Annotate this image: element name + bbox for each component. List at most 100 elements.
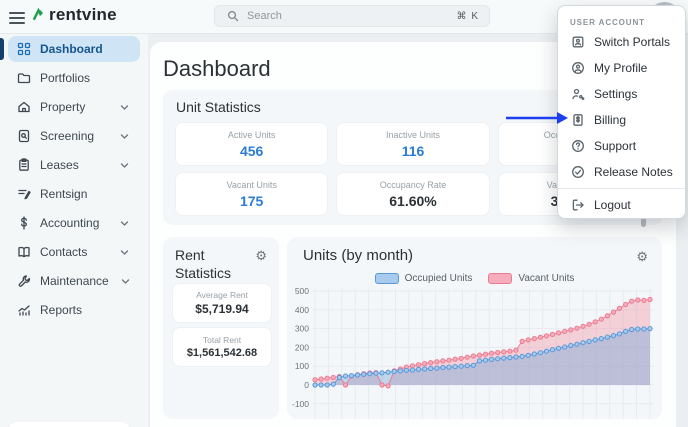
data-point[interactable] [325,383,329,387]
rentvine-logo[interactable]: rentvine [31,5,117,25]
data-point[interactable] [386,370,390,374]
data-point[interactable] [313,383,317,387]
hamburger-menu-icon[interactable] [9,9,25,23]
data-point[interactable] [423,367,427,371]
data-point[interactable] [356,373,360,377]
data-point[interactable] [477,359,481,363]
data-point[interactable] [569,328,573,332]
menu-item-support[interactable]: Support [558,133,685,159]
data-point[interactable] [508,356,512,360]
data-point[interactable] [483,352,487,356]
data-point[interactable] [636,298,640,302]
data-point[interactable] [593,320,597,324]
data-point[interactable] [435,360,439,364]
data-point[interactable] [544,349,548,353]
data-point[interactable] [557,331,561,335]
data-point[interactable] [514,348,518,352]
data-point[interactable] [343,383,347,387]
data-point[interactable] [349,374,353,378]
data-point[interactable] [429,361,433,365]
data-point[interactable] [538,335,542,339]
data-point[interactable] [459,356,463,360]
data-point[interactable] [465,355,469,359]
data-point[interactable] [483,358,487,362]
data-point[interactable] [648,297,652,301]
menu-item-release-notes[interactable]: Release Notes [558,159,685,185]
data-point[interactable] [599,317,603,321]
data-point[interactable] [587,322,591,326]
data-point[interactable] [447,365,451,369]
data-point[interactable] [520,354,524,358]
units-widget-gear-icon[interactable]: ⚙ [636,250,648,263]
data-point[interactable] [453,357,457,361]
data-point[interactable] [550,348,554,352]
data-point[interactable] [611,310,615,314]
data-point[interactable] [331,375,335,379]
data-point[interactable] [459,364,463,368]
data-point[interactable] [557,346,561,350]
data-point[interactable] [398,369,402,373]
data-point[interactable] [581,341,585,345]
search-input[interactable]: Search ⌘ K [214,5,490,27]
menu-item-my-profile[interactable]: My Profile [558,55,685,81]
data-point[interactable] [544,334,548,338]
data-point[interactable] [538,351,542,355]
data-point[interactable] [490,351,494,355]
data-point[interactable] [624,302,628,306]
data-point[interactable] [605,335,609,339]
data-point[interactable] [410,364,414,368]
data-point[interactable] [465,364,469,368]
data-point[interactable] [496,350,500,354]
sidebar-item-reports[interactable]: Reports [8,297,140,323]
data-point[interactable] [447,358,451,362]
data-point[interactable] [502,350,506,354]
data-point[interactable] [514,355,518,359]
data-point[interactable] [441,359,445,363]
data-point[interactable] [416,363,420,367]
sidebar-item-contacts[interactable]: Contacts [8,239,140,265]
data-point[interactable] [520,339,524,343]
sidebar-item-screening[interactable]: Screening [8,123,140,149]
data-point[interactable] [471,363,475,367]
rent-widget-gear-icon[interactable]: ⚙ [255,249,267,262]
legend-item-occupied-units[interactable]: Occupied Units [375,273,473,284]
data-point[interactable] [423,362,427,366]
sidebar-item-dashboard[interactable]: Dashboard [8,36,140,62]
data-point[interactable] [599,337,603,341]
data-point[interactable] [380,371,384,375]
data-point[interactable] [477,353,481,357]
data-point[interactable] [313,378,317,382]
data-point[interactable] [526,338,530,342]
data-point[interactable] [550,332,554,336]
menu-item-logout[interactable]: Logout [558,192,685,218]
data-point[interactable] [581,324,585,328]
data-point[interactable] [368,372,372,376]
data-point[interactable] [532,337,536,341]
data-point[interactable] [593,338,597,342]
data-point[interactable] [624,329,628,333]
data-point[interactable] [404,368,408,372]
data-point[interactable] [319,383,323,387]
data-point[interactable] [331,382,335,386]
sidebar-item-maintenance[interactable]: Maintenance [8,268,140,294]
data-point[interactable] [508,349,512,353]
data-point[interactable] [337,375,341,379]
data-point[interactable] [453,365,457,369]
data-point[interactable] [416,367,420,371]
data-point[interactable] [630,327,634,331]
data-point[interactable] [648,327,652,331]
data-point[interactable] [605,314,609,318]
data-point[interactable] [575,342,579,346]
menu-item-billing[interactable]: Billing [558,107,685,133]
sidebar-item-rentsign[interactable]: Rentsign [8,181,140,207]
menu-item-switch-portals[interactable]: Switch Portals [558,29,685,55]
sidebar-item-accounting[interactable]: Accounting [8,210,140,236]
data-point[interactable] [410,368,414,372]
data-point[interactable] [502,356,506,360]
data-point[interactable] [587,339,591,343]
data-point[interactable] [374,371,378,375]
data-point[interactable] [575,326,579,330]
data-point[interactable] [435,366,439,370]
data-point[interactable] [490,357,494,361]
data-point[interactable] [526,353,530,357]
